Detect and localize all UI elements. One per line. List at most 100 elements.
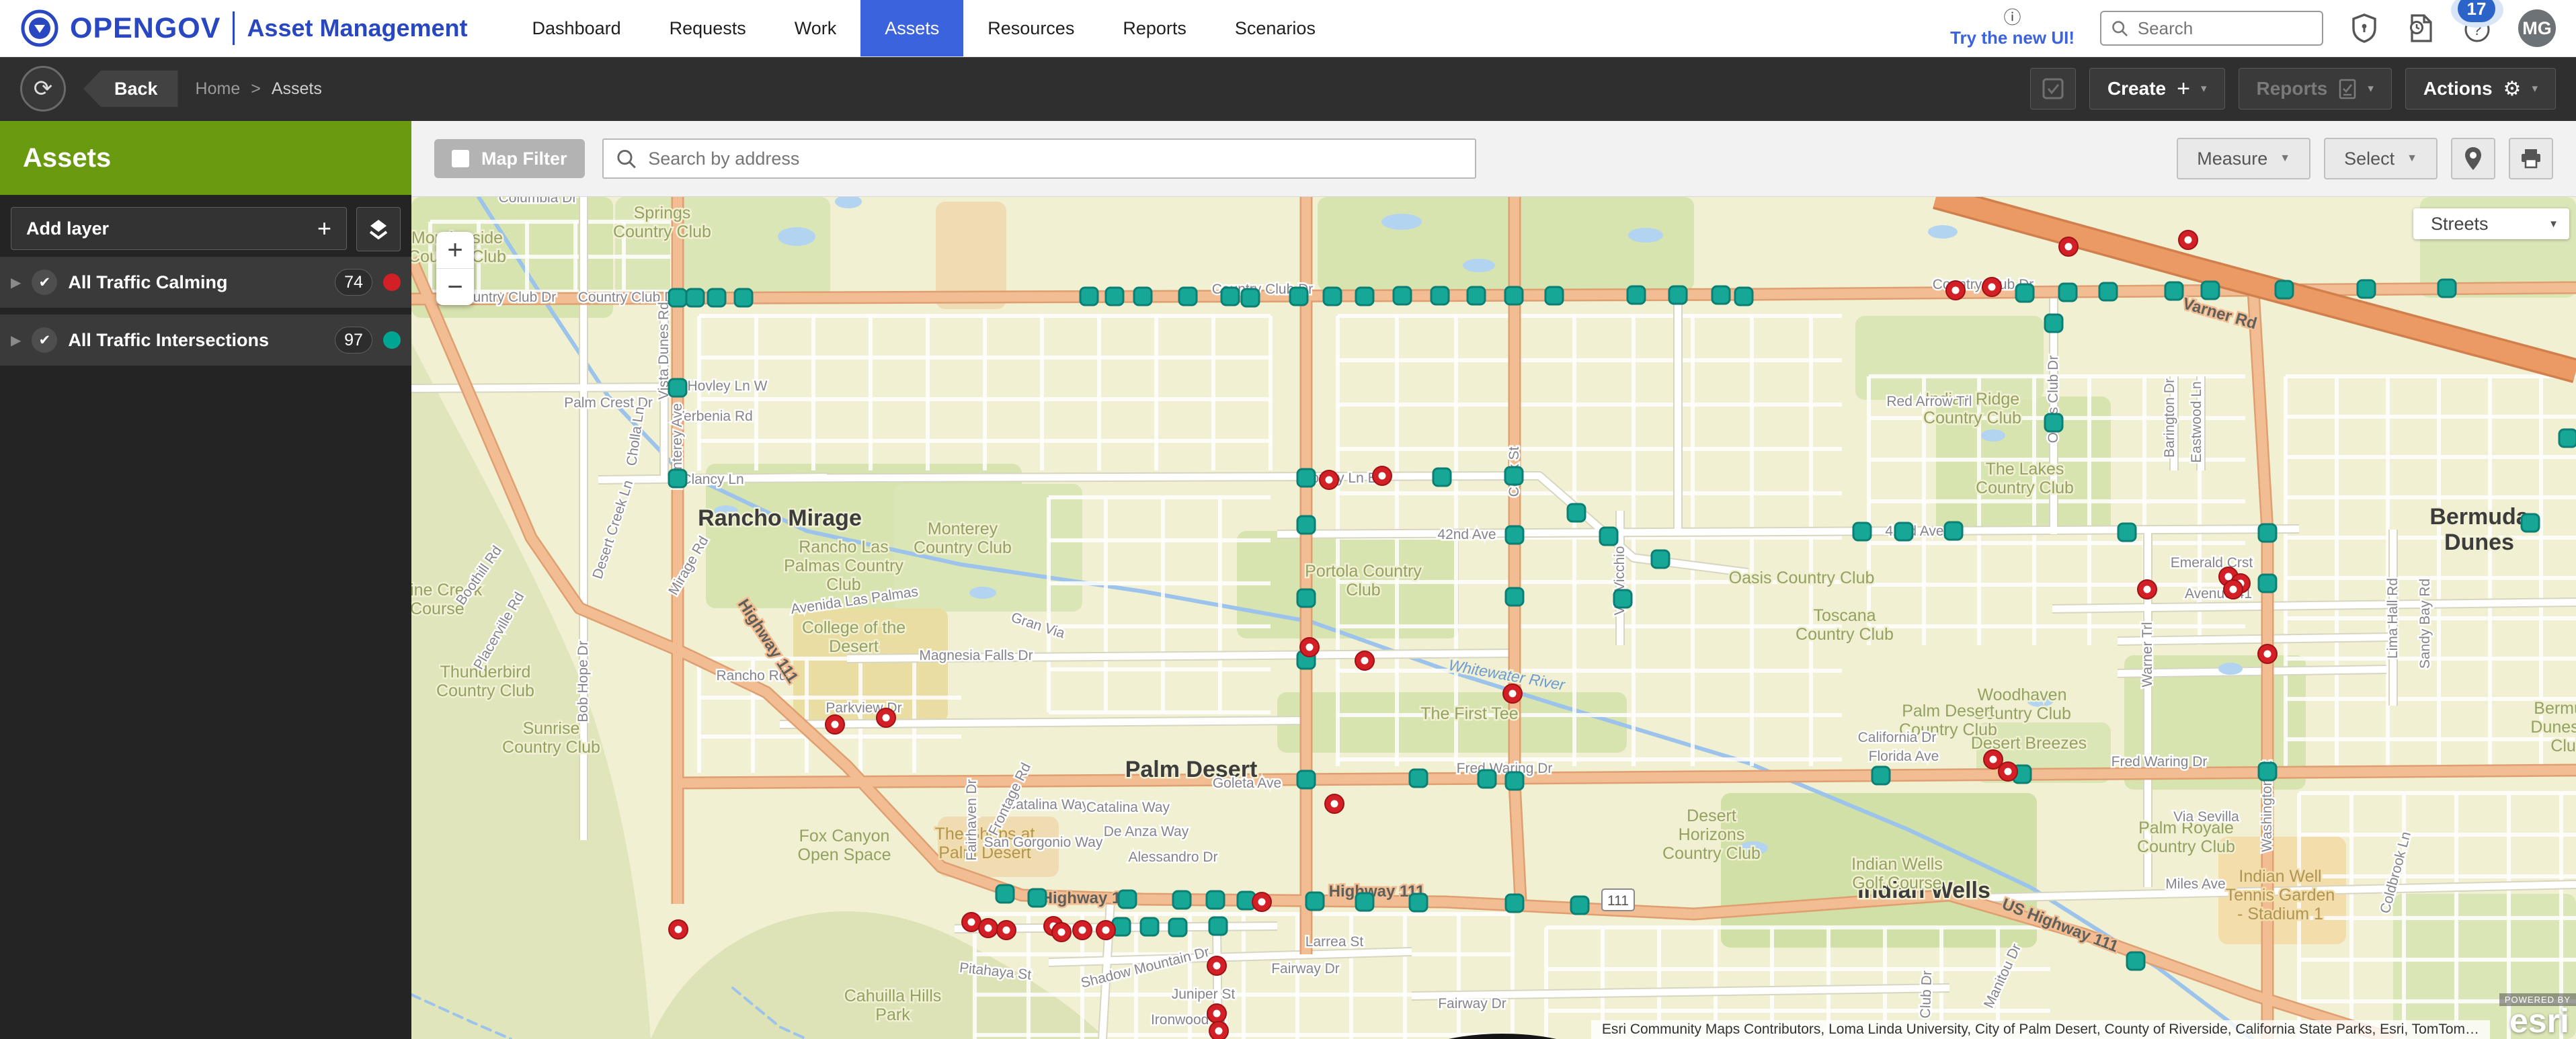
layer-color-dot[interactable]: [383, 331, 401, 349]
intersection-marker[interactable]: [2200, 280, 2220, 300]
intersection-marker[interactable]: [1504, 466, 1524, 486]
intersection-marker[interactable]: [1477, 769, 1497, 789]
global-search[interactable]: [2100, 11, 2323, 46]
intersection-marker[interactable]: [1570, 895, 1590, 915]
map-base[interactable]: Rancho MiragePalm DesertIndian WellsBerm…: [411, 197, 2576, 1039]
intersection-marker[interactable]: [1117, 889, 1137, 909]
basemap-select[interactable]: Streets ▼: [2413, 208, 2569, 239]
address-search-input[interactable]: [647, 147, 1463, 170]
address-search[interactable]: [602, 138, 1476, 179]
intersection-marker[interactable]: [1027, 888, 1047, 908]
intersection-marker[interactable]: [1430, 286, 1450, 306]
map-filter-button[interactable]: Map Filter: [434, 139, 585, 178]
calming-marker[interactable]: [1372, 466, 1392, 486]
calming-marker[interactable]: [1982, 277, 2002, 297]
nav-item-resources[interactable]: Resources: [963, 0, 1098, 56]
intersection-marker[interactable]: [1504, 286, 1524, 306]
intersection-marker[interactable]: [1322, 286, 1342, 306]
layer-row[interactable]: ▶ ✔ All Traffic Intersections 97: [0, 315, 411, 366]
intersection-marker[interactable]: [1544, 286, 1564, 306]
intersection-marker[interactable]: [1296, 515, 1316, 535]
intersection-marker[interactable]: [1504, 587, 1525, 607]
layer-color-dot[interactable]: [383, 274, 401, 291]
intersection-marker[interactable]: [668, 468, 688, 489]
intersection-marker[interactable]: [2356, 279, 2376, 299]
intersection-marker[interactable]: [1504, 771, 1525, 791]
measure-button[interactable]: Measure ▼: [2177, 138, 2311, 179]
calming-marker[interactable]: [1299, 637, 1320, 657]
calming-marker[interactable]: [1319, 470, 1339, 490]
intersection-marker[interactable]: [1504, 525, 1525, 545]
intersection-marker[interactable]: [1408, 892, 1428, 913]
back-button[interactable]: Back: [83, 71, 178, 107]
intersection-marker[interactable]: [2164, 281, 2184, 301]
intersection-marker[interactable]: [2257, 523, 2278, 543]
calming-marker[interactable]: [1209, 1021, 1229, 1039]
calming-marker[interactable]: [996, 920, 1016, 940]
intersection-marker[interactable]: [1296, 588, 1316, 608]
reports-button[interactable]: Reports ▾: [2238, 68, 2392, 110]
intersection-marker[interactable]: [1392, 286, 1412, 306]
calming-marker[interactable]: [825, 714, 845, 735]
calming-marker[interactable]: [1072, 920, 1092, 940]
intersection-marker[interactable]: [1599, 526, 1619, 546]
breadcrumb-home[interactable]: Home: [196, 79, 241, 99]
intersection-marker[interactable]: [1240, 288, 1260, 308]
intersection-marker[interactable]: [1566, 503, 1586, 523]
calming-marker[interactable]: [2257, 644, 2278, 664]
nav-item-assets[interactable]: Assets: [860, 0, 964, 56]
intersection-marker[interactable]: [1205, 890, 1225, 910]
intersection-marker[interactable]: [733, 288, 754, 308]
layer-visibility-checkbox[interactable]: ✔: [32, 327, 58, 353]
intersection-marker[interactable]: [2257, 573, 2278, 593]
intersection-marker[interactable]: [685, 288, 705, 308]
intersection-marker[interactable]: [1355, 286, 1375, 306]
intersection-marker[interactable]: [1133, 286, 1153, 306]
create-button[interactable]: Create + ▾: [2089, 68, 2225, 110]
intersection-marker[interactable]: [995, 884, 1015, 904]
intersection-marker[interactable]: [1355, 892, 1375, 912]
intersection-marker[interactable]: [2257, 761, 2278, 782]
nav-item-reports[interactable]: Reports: [1098, 0, 1211, 56]
intersection-marker[interactable]: [2274, 280, 2294, 300]
nav-item-scenarios[interactable]: Scenarios: [1211, 0, 1340, 56]
calming-marker[interactable]: [961, 912, 981, 932]
intersection-marker[interactable]: [1734, 286, 1754, 306]
global-search-input[interactable]: [2136, 17, 2312, 40]
intersection-marker[interactable]: [2044, 313, 2064, 333]
admin-shield-button[interactable]: [2349, 13, 2380, 44]
intersection-marker[interactable]: [1079, 286, 1099, 306]
calming-marker[interactable]: [1252, 892, 1272, 912]
locate-button[interactable]: [2451, 138, 2495, 179]
help-button[interactable]: ? 17: [2451, 0, 2503, 44]
intersection-marker[interactable]: [1668, 285, 1688, 305]
nav-item-work[interactable]: Work: [770, 0, 861, 56]
intersection-marker[interactable]: [668, 288, 688, 308]
intersection-marker[interactable]: [707, 288, 727, 308]
calming-marker[interactable]: [1945, 280, 1966, 300]
activity-log-button[interactable]: [2405, 13, 2436, 44]
intersection-marker[interactable]: [2117, 522, 2137, 542]
intersection-marker[interactable]: [2015, 283, 2035, 303]
intersection-marker[interactable]: [1871, 765, 1891, 786]
calming-marker[interactable]: [2058, 237, 2079, 257]
intersection-marker[interactable]: [1626, 285, 1646, 305]
intersection-marker[interactable]: [1172, 890, 1192, 910]
intersection-marker[interactable]: [1711, 285, 1731, 305]
intersection-marker[interactable]: [2126, 951, 2146, 971]
intersection-marker[interactable]: [1104, 286, 1125, 306]
calming-marker[interactable]: [1051, 922, 1072, 942]
map-canvas[interactable]: Rancho Mirage Palm Desert Indian Wells Berm…: [411, 197, 2576, 1039]
intersection-marker[interactable]: [1894, 522, 1914, 542]
print-button[interactable]: [2509, 138, 2553, 179]
intersection-marker[interactable]: [1613, 589, 1633, 609]
calming-marker[interactable]: [1207, 1003, 1227, 1024]
calming-marker[interactable]: [1502, 683, 1523, 704]
actions-button[interactable]: Actions ⚙ ▾: [2405, 68, 2556, 110]
calming-marker[interactable]: [668, 919, 688, 940]
calming-marker[interactable]: [2223, 579, 2243, 599]
expand-caret-icon[interactable]: ▶: [11, 274, 21, 291]
intersection-marker[interactable]: [2520, 513, 2540, 533]
intersection-marker[interactable]: [2044, 413, 2064, 433]
nav-item-dashboard[interactable]: Dashboard: [508, 0, 645, 56]
